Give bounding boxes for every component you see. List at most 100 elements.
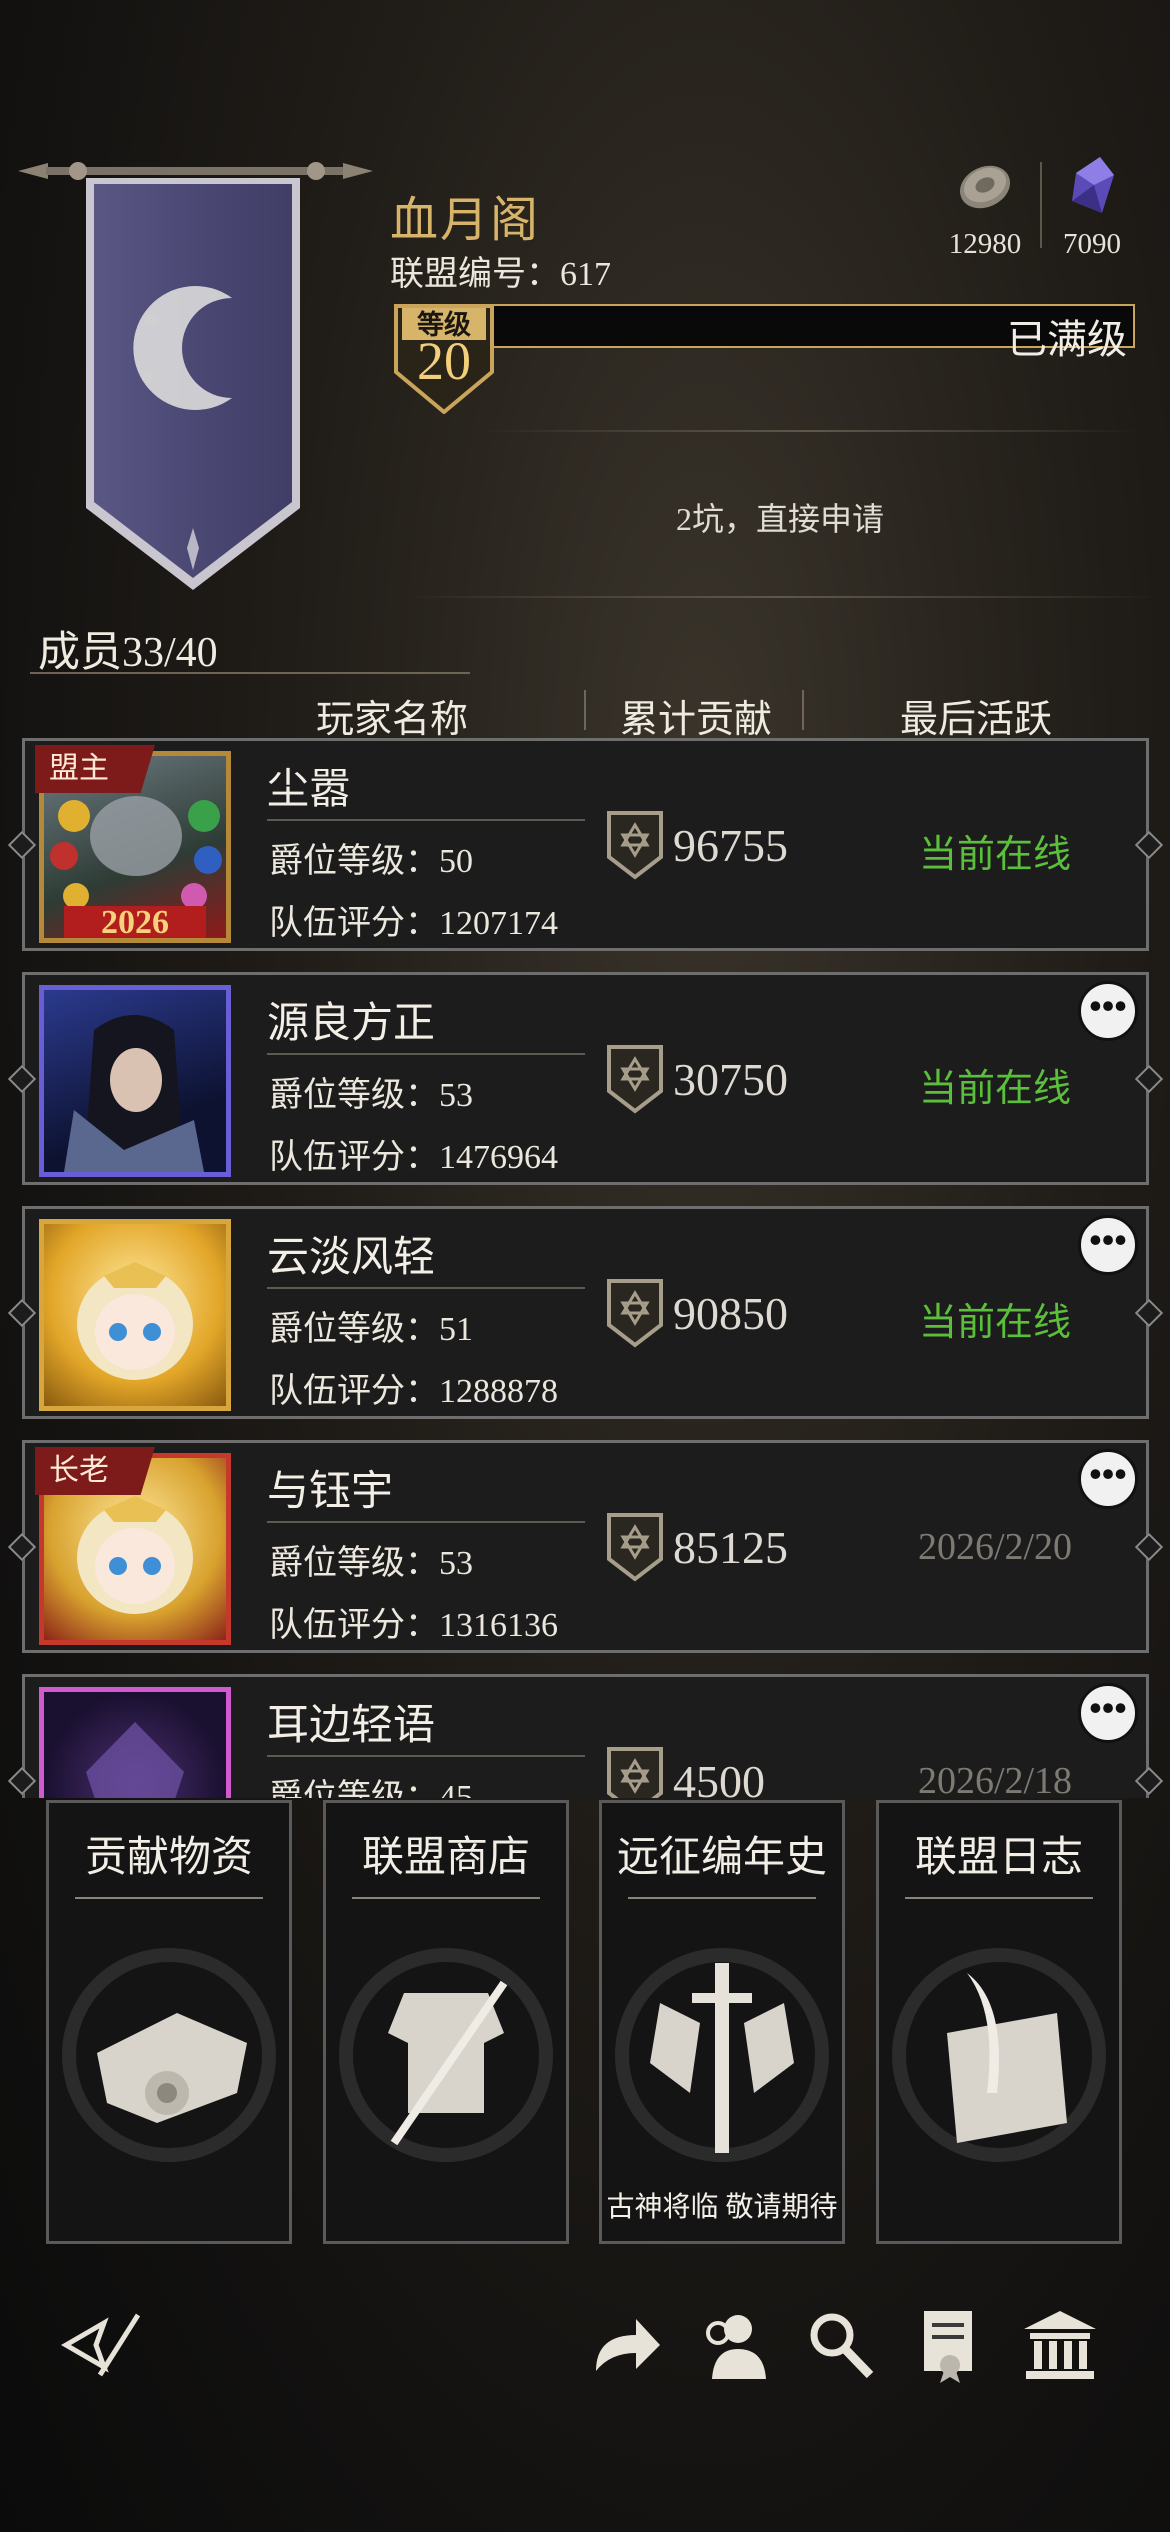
contribution-value: 4500 xyxy=(673,1756,765,1798)
player-name: 云淡风轻 xyxy=(267,1235,436,1281)
avatar[interactable] xyxy=(39,985,231,1177)
player-rank: 爵位等级：50 xyxy=(269,833,473,882)
member-count: 成员33/40 xyxy=(38,630,218,676)
row-ornament xyxy=(7,1766,37,1796)
currency-coin[interactable]: 12980 xyxy=(930,155,1040,261)
rank-label: 爵位等级： xyxy=(269,843,439,880)
contribution-value: 90850 xyxy=(673,1288,788,1339)
panel-title: 联盟日志 xyxy=(914,1835,1083,1881)
divider xyxy=(267,1053,585,1055)
player-name: 与钰宇 xyxy=(267,1469,394,1515)
guild-name: 血月阁 xyxy=(390,194,541,247)
player-name: 源良方正 xyxy=(267,1001,436,1047)
contribution-icon xyxy=(607,1747,663,1798)
rank-label: 爵位等级： xyxy=(269,1779,439,1798)
player-rank: 爵位等级：51 xyxy=(269,1301,473,1350)
avatar[interactable] xyxy=(39,1219,231,1411)
role-tag: 长老 xyxy=(35,1447,155,1495)
guild-shop-panel[interactable]: 联盟商店 xyxy=(323,1800,569,2244)
member-row[interactable]: 长老 与钰宇 爵位等级：53 队伍评分：1316136 85125 2026/2… xyxy=(7,1440,1164,1653)
divider xyxy=(905,1897,1093,1899)
divider xyxy=(480,430,1140,432)
player-score: 队伍评分：1476964 xyxy=(269,1129,558,1178)
avatar[interactable] xyxy=(39,1687,231,1798)
contribution-icon xyxy=(607,1513,663,1582)
member-row[interactable]: 源良方正 爵位等级：53 队伍评分：1476964 30750 当前在线 ••• xyxy=(7,972,1164,1185)
last-active: 2026/2/20 xyxy=(917,1526,1073,1568)
members-icon[interactable] xyxy=(692,2305,772,2385)
divider xyxy=(352,1897,540,1899)
rank-value: 53 xyxy=(439,1545,473,1582)
divider xyxy=(267,819,585,821)
contribution-value: 85125 xyxy=(673,1522,788,1573)
column-divider xyxy=(584,690,586,730)
contribute-supplies-panel[interactable]: 贡献物资 xyxy=(46,1800,292,2244)
warrior-avatar-art xyxy=(64,1015,204,1172)
column-contribution: 累计贡献 xyxy=(620,699,773,741)
row-ornament xyxy=(7,1532,37,1562)
quill-paper-icon xyxy=(892,1948,1106,2162)
row-ornament xyxy=(7,1298,37,1328)
member-row[interactable]: 2026 盟主 尘嚣 爵位等级：50 队伍评分：1207174 96755 当前… xyxy=(7,738,1164,951)
contribution-icon xyxy=(607,811,663,880)
bank-icon[interactable] xyxy=(1020,2305,1100,2385)
last-active: 当前在线 xyxy=(918,1302,1071,1344)
score-label: 队伍评分： xyxy=(269,1139,439,1176)
crest-avatar-art xyxy=(86,1722,184,1798)
rank-value: 53 xyxy=(439,1077,473,1114)
certificate-icon[interactable] xyxy=(910,2305,990,2385)
panel-title: 远征编年史 xyxy=(616,1835,827,1881)
score-value: 1316136 xyxy=(439,1607,558,1644)
score-label: 队伍评分： xyxy=(269,1607,439,1644)
player-score: 队伍评分：1316136 xyxy=(269,1597,558,1646)
member-row[interactable]: 云淡风轻 爵位等级：51 队伍评分：1288878 90850 当前在线 ••• xyxy=(7,1206,1164,1419)
more-options-button[interactable]: ••• xyxy=(1078,1449,1138,1509)
guild-notice: 2坑，直接申请 xyxy=(675,501,884,537)
score-value: 1476964 xyxy=(439,1139,558,1176)
score-label: 队伍评分： xyxy=(269,905,439,942)
panel-title: 联盟商店 xyxy=(361,1835,530,1881)
back-icon[interactable] xyxy=(60,2305,140,2385)
guild-id: 联盟编号：617 xyxy=(390,256,611,293)
column-player-name: 玩家名称 xyxy=(316,699,469,741)
row-ornament xyxy=(1134,1064,1164,1094)
divider xyxy=(75,1897,263,1899)
more-options-button[interactable]: ••• xyxy=(1078,981,1138,1041)
coming-soon-note: 古神将临 敬请期待 xyxy=(606,2192,838,2223)
player-rank: 爵位等级：53 xyxy=(269,1535,473,1584)
divider xyxy=(30,672,470,674)
expedition-chronicle-panel[interactable]: 远征编年史 古神将临 敬请期待 xyxy=(599,1800,845,2244)
currency-crystal[interactable]: 7090 xyxy=(1037,155,1147,261)
rank-value: 51 xyxy=(439,1311,473,1348)
last-active: 当前在线 xyxy=(918,834,1071,876)
divider xyxy=(400,596,1160,598)
contribution-icon xyxy=(607,1279,663,1348)
divider xyxy=(628,1897,816,1899)
rank-value: 50 xyxy=(439,843,473,880)
crystal-value: 7090 xyxy=(1063,228,1121,260)
contribution-value: 30750 xyxy=(673,1054,788,1105)
player-score: 队伍评分：1207174 xyxy=(269,895,558,944)
divider xyxy=(267,1287,585,1289)
player-rank: 爵位等级：53 xyxy=(269,1067,473,1116)
chibi-avatar-art xyxy=(77,1262,193,1380)
rank-label: 爵位等级： xyxy=(269,1311,439,1348)
sword-flags-icon xyxy=(615,1948,829,2162)
member-list[interactable]: 2026 盟主 尘嚣 爵位等级：50 队伍评分：1207174 96755 当前… xyxy=(0,738,1170,1798)
player-score: 队伍评分：1288878 xyxy=(269,1363,558,1412)
share-icon[interactable] xyxy=(584,2305,664,2385)
more-options-button[interactable]: ••• xyxy=(1078,1683,1138,1743)
panel-title: 贡献物资 xyxy=(84,1835,253,1881)
player-name: 耳边轻语 xyxy=(267,1703,436,1749)
member-row[interactable]: 耳边轻语 爵位等级：45 4500 2026/2/18 ••• xyxy=(7,1674,1164,1798)
row-ornament xyxy=(7,1064,37,1094)
row-ornament xyxy=(1134,1298,1164,1328)
search-icon[interactable] xyxy=(800,2305,880,2385)
guild-banner xyxy=(86,178,300,590)
guild-log-panel[interactable]: 联盟日志 xyxy=(876,1800,1122,2244)
more-options-button[interactable]: ••• xyxy=(1078,1215,1138,1275)
column-divider xyxy=(802,690,804,730)
last-active: 2026/2/18 xyxy=(917,1760,1073,1798)
armor-sword-icon xyxy=(339,1948,553,2162)
scroll-icon xyxy=(62,1948,276,2162)
